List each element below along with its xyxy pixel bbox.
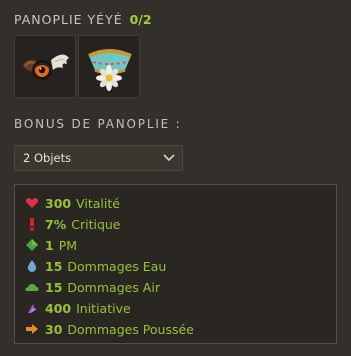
flower-cup-hat-icon [88, 49, 132, 91]
stat-row: 7% Critique [25, 214, 121, 234]
stat-value: 7% [45, 216, 67, 232]
stat-label: PM [58, 237, 78, 253]
set-item-count: 0/2 [129, 12, 152, 27]
stat-value: 15 [45, 279, 63, 295]
stat-label: Critique [71, 216, 121, 232]
set-title: PANOPLIE YÉYÉ 0/2 [14, 12, 152, 27]
wing-eye-amulet-icon [23, 54, 69, 80]
stat-label: Vitalité [76, 195, 120, 211]
bonus-heading: BONUS DE PANOPLIE : [14, 117, 182, 131]
bonus-stats-panel: 300 Vitalité 7% Critique 1 PM 15 Dommage… [14, 184, 337, 344]
stat-label: Dommages Air [67, 279, 160, 295]
heart-icon [25, 196, 39, 210]
arrow-right-icon [25, 322, 39, 336]
diamond-icon [25, 238, 39, 252]
stat-label: Dommages Eau [67, 258, 167, 274]
stat-value: 30 [45, 321, 63, 337]
chevron-down-icon [163, 154, 175, 162]
stat-value: 300 [45, 195, 72, 211]
stat-row: 30 Dommages Poussée [25, 319, 194, 339]
bonus-select-value: 2 Objets [23, 151, 72, 165]
exclamation-icon [25, 217, 39, 231]
stat-row: 15 Dommages Eau [25, 256, 166, 276]
stat-row: 300 Vitalité [25, 193, 120, 213]
cloud-icon [25, 280, 39, 294]
water-drop-icon [25, 259, 39, 273]
item-slot-2[interactable] [78, 35, 140, 98]
stat-value: 400 [45, 300, 72, 316]
initiative-icon [25, 301, 39, 315]
stat-row: 1 PM [25, 235, 77, 255]
set-title-label: PANOPLIE YÉYÉ [14, 12, 123, 27]
item-slot-1[interactable] [14, 35, 76, 98]
stat-value: 1 [45, 237, 54, 253]
stat-label: Initiative [76, 300, 131, 316]
stat-value: 15 [45, 258, 63, 274]
stat-row: 15 Dommages Air [25, 277, 160, 297]
stat-label: Dommages Poussée [67, 321, 194, 337]
bonus-item-count-select[interactable]: 2 Objets [14, 145, 183, 171]
stat-row: 400 Initiative [25, 298, 131, 318]
